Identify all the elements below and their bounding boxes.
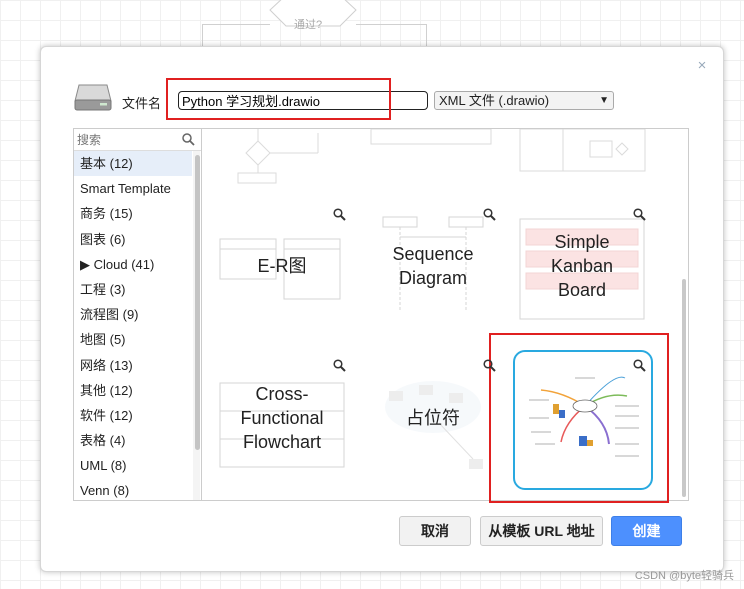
watermark: CSDN @byte轻骑兵 — [634, 570, 734, 582]
template-sequence-label-line1: Sequence — [392, 244, 474, 264]
sidebar-item-network[interactable]: 网络 (13) — [74, 353, 192, 378]
sidebar-item-smart-template[interactable]: Smart Template — [74, 176, 192, 201]
sidebar-item-charts[interactable]: 图表 (6) — [74, 227, 192, 252]
background-connector — [202, 24, 270, 25]
format-select-value: XML 文件 (.drawio) — [439, 93, 550, 108]
background-connector — [426, 24, 427, 46]
template-sequence-label-line2: Diagram — [398, 268, 467, 288]
new-diagram-dialog: × 文件名 XML 文件 (.drawio) ▼ 基本 (12) Smart T… — [40, 46, 724, 572]
template-er-diagram[interactable]: E-R图 — [218, 211, 346, 321]
zoom-icon[interactable] — [633, 208, 646, 221]
zoom-icon[interactable] — [333, 208, 346, 221]
chevron-down-icon: ▼ — [599, 95, 609, 106]
template-cross-label-line2: Functional — [240, 408, 324, 428]
template-cross-functional-flowchart[interactable]: Cross- Functional Flowchart — [218, 363, 346, 473]
zoom-icon[interactable] — [333, 359, 346, 372]
sidebar-item-maps[interactable]: 地图 (5) — [74, 327, 192, 352]
template-kanban-label-line3: Board — [557, 280, 607, 300]
background-connector — [356, 24, 426, 25]
sidebar-item-cloud[interactable]: ▶ Cloud (41) — [74, 252, 192, 277]
filename-input[interactable] — [178, 91, 428, 110]
sidebar-scrollbar-thumb[interactable] — [195, 155, 200, 450]
sidebar-item-venn[interactable]: Venn (8) — [74, 478, 192, 500]
template-er-label: E-R图 — [257, 256, 307, 276]
sidebar-item-tables[interactable]: 表格 (4) — [74, 428, 192, 453]
search-input[interactable] — [77, 132, 177, 148]
template-preview-top-right[interactable] — [518, 129, 648, 174]
template-cross-label-line1: Cross- — [255, 384, 309, 404]
template-cross-label-line3: Flowchart — [242, 432, 322, 452]
from-template-url-button[interactable]: 从模板 URL 地址 — [480, 516, 603, 546]
sidebar-item-flowchart[interactable]: 流程图 (9) — [74, 302, 192, 327]
zoom-icon[interactable] — [633, 359, 646, 372]
template-grid-scrollbar[interactable] — [682, 279, 686, 497]
sidebar-item-engineering[interactable]: 工程 (3) — [74, 277, 192, 302]
template-kanban-label-line2: Kanban — [550, 256, 614, 276]
template-kanban-label-line1: Simple — [554, 232, 610, 252]
sidebar-item-basic[interactable]: 基本 (12) — [74, 151, 192, 177]
zoom-icon[interactable] — [483, 359, 496, 372]
template-placeholder-label: 占位符 — [406, 408, 460, 428]
cancel-button[interactable]: 取消 — [399, 516, 471, 546]
category-search — [74, 129, 201, 151]
hard-drive-icon — [74, 84, 112, 111]
sidebar-item-other[interactable]: 其他 (12) — [74, 378, 192, 403]
background-connector — [202, 24, 203, 46]
template-mind-map-selected[interactable] — [513, 350, 653, 490]
category-sidebar: 基本 (12) Smart Template 商务 (15) 图表 (6) ▶ … — [73, 128, 202, 501]
close-icon[interactable]: × — [695, 58, 709, 73]
template-placeholder[interactable]: 占位符 — [369, 363, 497, 473]
mind-map-preview — [529, 376, 639, 457]
zoom-icon[interactable] — [483, 208, 496, 221]
template-preview-top-middle[interactable] — [367, 129, 497, 149]
background-diamond-label: 通过? — [294, 19, 323, 31]
sidebar-item-uml[interactable]: UML (8) — [74, 453, 192, 478]
filename-label: 文件名 — [122, 96, 162, 111]
template-sequence-diagram[interactable]: Sequence Diagram — [369, 211, 497, 321]
sidebar-item-software[interactable]: 软件 (12) — [74, 403, 192, 428]
template-grid: E-R图 Sequence Diagram Simple Kanban Boar… — [202, 128, 689, 501]
format-select[interactable]: XML 文件 (.drawio) ▼ — [434, 91, 614, 110]
search-icon[interactable] — [182, 133, 195, 146]
template-simple-kanban-board[interactable]: Simple Kanban Board — [518, 211, 646, 321]
sidebar-item-business[interactable]: 商务 (15) — [74, 201, 192, 226]
template-preview-flowchart[interactable] — [218, 129, 348, 189]
create-button[interactable]: 创建 — [611, 516, 682, 546]
